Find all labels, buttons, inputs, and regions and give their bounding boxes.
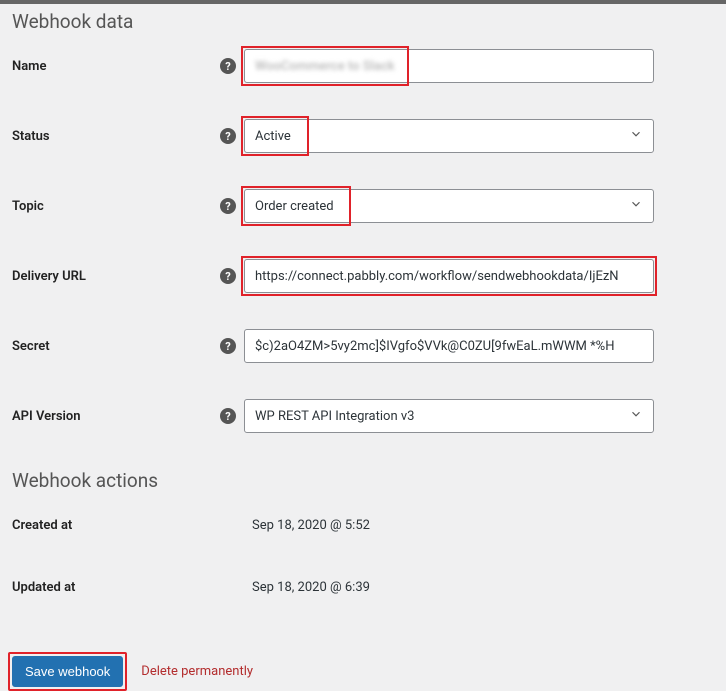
api-version-select[interactable]: WP REST API Integration v3 bbox=[244, 399, 654, 433]
help-icon[interactable]: ? bbox=[220, 338, 236, 354]
updated-at-value: Sep 18, 2020 @ 6:39 bbox=[244, 580, 370, 595]
section-heading-webhook-actions: Webhook actions bbox=[12, 469, 714, 492]
help-icon[interactable]: ? bbox=[220, 128, 236, 144]
row-secret: Secret ? $c)2aO4ZM>5vy2mc]$IVgfo$VVk@C0Z… bbox=[12, 329, 714, 363]
help-icon[interactable]: ? bbox=[220, 268, 236, 284]
topic-select[interactable]: Order created bbox=[244, 189, 654, 223]
row-created-at: Created at Sep 18, 2020 @ 5:52 bbox=[12, 508, 714, 542]
help-icon[interactable]: ? bbox=[220, 58, 236, 74]
row-topic: Topic ? Order created bbox=[12, 189, 714, 223]
chevron-down-icon bbox=[629, 127, 643, 145]
label-api-version: API Version ? bbox=[12, 408, 244, 424]
chevron-down-icon bbox=[629, 407, 643, 425]
row-status: Status ? Active bbox=[12, 119, 714, 153]
window-topbar bbox=[0, 0, 726, 4]
label-name: Name ? bbox=[12, 58, 244, 74]
help-icon[interactable]: ? bbox=[220, 198, 236, 214]
section-heading-webhook-data: Webhook data bbox=[12, 10, 714, 33]
name-input[interactable]: WooCommerce to Slack bbox=[244, 49, 654, 83]
label-created-at: Created at bbox=[12, 518, 244, 533]
status-select[interactable]: Active bbox=[244, 119, 654, 153]
save-webhook-button[interactable]: Save webhook bbox=[12, 656, 123, 687]
row-delivery-url: Delivery URL ? https://connect.pabbly.co… bbox=[12, 259, 714, 293]
label-delivery-url: Delivery URL ? bbox=[12, 268, 244, 284]
created-at-value: Sep 18, 2020 @ 5:52 bbox=[244, 518, 370, 533]
label-secret: Secret ? bbox=[12, 338, 244, 354]
row-updated-at: Updated at Sep 18, 2020 @ 6:39 bbox=[12, 570, 714, 604]
row-api-version: API Version ? WP REST API Integration v3 bbox=[12, 399, 714, 433]
label-status: Status ? bbox=[12, 128, 244, 144]
label-updated-at: Updated at bbox=[12, 580, 244, 595]
row-name: Name ? WooCommerce to Slack bbox=[12, 49, 714, 83]
secret-input[interactable]: $c)2aO4ZM>5vy2mc]$IVgfo$VVk@C0ZU[9fwEaL.… bbox=[244, 329, 654, 363]
delete-permanently-link[interactable]: Delete permanently bbox=[141, 664, 253, 679]
delivery-url-input[interactable]: https://connect.pabbly.com/workflow/send… bbox=[244, 259, 654, 293]
chevron-down-icon bbox=[629, 197, 643, 215]
help-icon[interactable]: ? bbox=[220, 408, 236, 424]
label-topic: Topic ? bbox=[12, 198, 244, 214]
actions-row: Save webhook Delete permanently bbox=[12, 656, 714, 687]
